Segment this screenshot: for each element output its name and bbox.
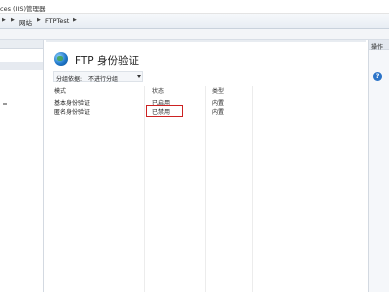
group-by-bar[interactable]: 分组依据: 不进行分组	[53, 71, 143, 83]
page-title: FTP 身份验证	[75, 55, 139, 67]
tree-node[interactable]	[3, 103, 7, 105]
breadcrumb-sites[interactable]: 网站	[19, 17, 32, 27]
actions-pane: 操作 ?	[368, 40, 389, 292]
column-divider	[205, 86, 206, 292]
nav-chevron-icon[interactable]: ▶	[2, 17, 6, 23]
column-header-type[interactable]: 类型	[212, 86, 224, 95]
row-anonymous-mode[interactable]: 匿名身份验证	[54, 107, 90, 116]
window-title: ces (IIS)管理器	[0, 5, 46, 13]
chevron-down-icon[interactable]	[137, 74, 141, 78]
column-divider	[144, 86, 145, 292]
help-icon[interactable]: ?	[373, 72, 382, 81]
breadcrumb-separator-icon[interactable]: ▶	[37, 17, 41, 23]
auth-table: 模式 状态 类型 基本身份验证 已启用 内置 匿名身份验证 已禁用 内置	[53, 86, 359, 292]
row-anonymous-type[interactable]: 内置	[212, 107, 224, 116]
connections-header	[0, 40, 43, 49]
toolbar-strip	[0, 29, 389, 40]
feature-view-top-border	[46, 40, 366, 42]
breadcrumb-site[interactable]: FTPTest	[45, 17, 69, 25]
status-highlight-box	[146, 105, 183, 117]
tree-selected-node[interactable]	[0, 62, 43, 70]
title-bar: ces (IIS)管理器	[0, 0, 389, 14]
breadcrumb-dropdown-icon[interactable]: ▶	[73, 17, 77, 23]
group-by-label: 分组依据:	[56, 75, 83, 83]
column-divider	[252, 86, 253, 292]
globe-icon	[54, 52, 68, 66]
group-by-select[interactable]: 不进行分组	[88, 74, 118, 83]
connections-pane	[0, 40, 44, 292]
breadcrumb-separator-icon: ▶	[11, 17, 15, 23]
column-header-mode[interactable]: 模式	[54, 86, 66, 95]
actions-title: 操作	[371, 43, 384, 51]
row-basic-type[interactable]: 内置	[212, 98, 224, 107]
address-bar[interactable]: ▶ ▶ 网站 ▶ FTPTest ▶	[0, 14, 389, 29]
row-basic-mode[interactable]: 基本身份验证	[54, 98, 90, 107]
feature-view: FTP 身份验证 分组依据: 不进行分组 模式 状态 类型 基本身份验证 已启用…	[46, 40, 366, 292]
column-header-status[interactable]: 状态	[152, 86, 164, 95]
actions-header: 操作	[369, 40, 389, 51]
